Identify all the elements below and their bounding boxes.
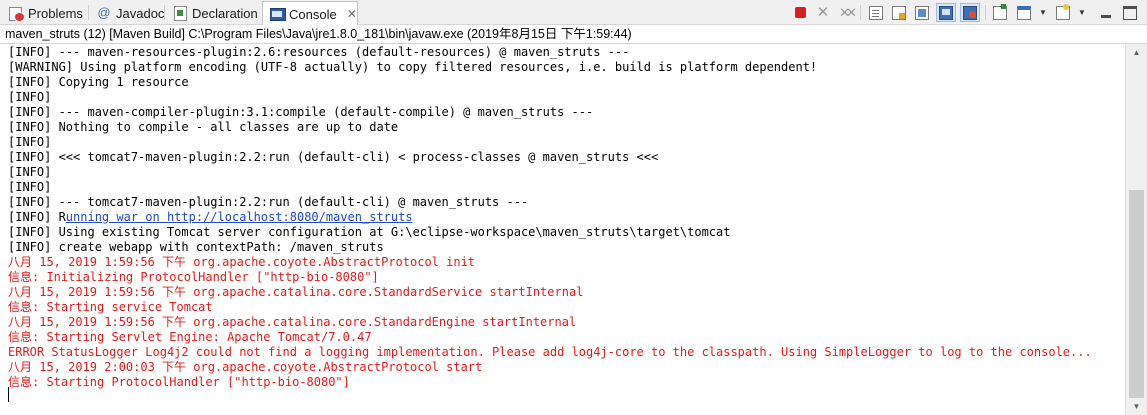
scrollbar-thumb[interactable] [1129, 190, 1144, 398]
console-line: [INFO] [8, 165, 52, 179]
console-error-line: 信息: Starting service Tomcat [8, 300, 213, 314]
scroll-down-icon[interactable]: ▼ [1126, 398, 1147, 415]
console-line: [INFO] [8, 180, 52, 194]
console-error-line: 八月 15, 2019 1:59:56 下午 org.apache.catali… [8, 315, 577, 329]
console-line: [INFO] Nothing to compile - all classes … [8, 120, 399, 134]
remove-all-terminated-icon: ✕✕ [839, 4, 857, 20]
word-wrap-icon [915, 5, 929, 20]
pin-console-icon [993, 3, 1007, 20]
console-error-line: 八月 15, 2019 1:59:56 下午 org.apache.coyote… [8, 255, 476, 269]
remove-launch-button[interactable]: ✕ [813, 3, 833, 22]
minimize-icon [1099, 6, 1113, 20]
show-on-stdout-button[interactable] [936, 3, 956, 22]
console-line: [INFO] Using existing Tomcat server conf… [8, 225, 731, 239]
console-line: [INFO] <<< tomcat7-maven-plugin:2.2:run … [8, 150, 659, 164]
open-console-button[interactable] [1053, 3, 1073, 22]
show-on-stdout-icon [939, 5, 953, 20]
console-line: [INFO] Copying 1 resource [8, 75, 189, 89]
clear-console-icon [869, 5, 883, 20]
tab-problems-label: Problems [28, 5, 83, 21]
console-line: [WARNING] Using platform encoding (UTF-8… [8, 60, 818, 74]
tab-declaration-label: Declaration [192, 5, 258, 21]
tab-problems[interactable]: Problems [2, 1, 88, 25]
console-line: [INFO] [8, 90, 52, 104]
declaration-icon [172, 5, 188, 21]
tab-javadoc[interactable]: @ Javadoc [90, 1, 164, 25]
console-description: maven_struts (12) [Maven Build] C:\Progr… [0, 25, 1147, 44]
console-error-line: 八月 15, 2019 1:59:56 下午 org.apache.catali… [8, 285, 584, 299]
new-console-icon [1056, 3, 1070, 20]
tab-console-label: Console [289, 6, 337, 22]
minimize-button[interactable] [1096, 3, 1116, 22]
javadoc-at-icon: @ [97, 5, 111, 20]
console-icon [269, 6, 286, 22]
show-on-stderr-button[interactable] [960, 3, 980, 22]
tab-divider [88, 5, 89, 20]
console-error-line: 八月 15, 2019 2:00:03 下午 org.apache.coyote… [8, 360, 483, 374]
vertical-scrollbar[interactable]: ▲ ▼ [1125, 44, 1147, 415]
pin-console-button[interactable] [990, 3, 1010, 22]
console-error-line: ERROR StatusLogger Log4j2 could not find… [8, 345, 1092, 359]
display-selected-console-button[interactable] [1014, 3, 1034, 22]
display-console-icon [1017, 5, 1031, 20]
chevron-down-icon[interactable]: ▼ [1078, 8, 1086, 17]
server-url-link[interactable]: unning war on http://localhost:8080/mave… [66, 210, 413, 224]
terminate-button[interactable] [790, 3, 810, 22]
maximize-icon [1123, 5, 1137, 20]
text-caret [8, 387, 9, 402]
close-tab-icon[interactable]: ✕ [347, 7, 357, 21]
console-line: [INFO] create webapp with contextPath: /… [8, 240, 384, 254]
console-line: [INFO] [8, 135, 52, 149]
toolbar-divider [985, 5, 986, 20]
console-line-prefix: [INFO] R [8, 210, 66, 224]
scroll-up-icon[interactable]: ▲ [1126, 44, 1147, 61]
toolbar-divider [860, 5, 861, 20]
remove-launch-icon: ✕ [816, 3, 830, 21]
view-tab-bar: Problems @ Javadoc Declaration Console ✕… [0, 0, 1147, 26]
scroll-lock-button[interactable] [889, 3, 909, 22]
tab-console[interactable]: Console ✕ [262, 1, 358, 26]
tab-javadoc-label: Javadoc [116, 5, 165, 21]
console-line: [INFO] --- maven-compiler-plugin:3.1:com… [8, 105, 594, 119]
maximize-button[interactable] [1120, 3, 1140, 22]
remove-all-terminated-button[interactable]: ✕✕ [836, 3, 857, 22]
console-line-with-link: [INFO] Running war on http://localhost:8… [8, 210, 413, 225]
console-error-line: 信息: Initializing ProtocolHandler ["http-… [8, 270, 379, 284]
console-error-line: 信息: Starting ProtocolHandler ["http-bio-… [8, 375, 350, 389]
show-on-stderr-icon [963, 5, 977, 20]
console-error-line: 信息: Starting Servlet Engine: Apache Tomc… [8, 330, 372, 344]
console-output[interactable]: [INFO] --- maven-resources-plugin:2.6:re… [0, 44, 1125, 415]
word-wrap-button[interactable] [912, 3, 932, 22]
chevron-down-icon[interactable]: ▼ [1039, 8, 1047, 17]
tab-divider [164, 5, 165, 20]
console-line: [INFO] --- tomcat7-maven-plugin:2.2:run … [8, 195, 529, 209]
scroll-lock-icon [892, 5, 906, 20]
terminate-icon [794, 7, 806, 18]
console-line: [INFO] --- maven-resources-plugin:2.6:re… [8, 45, 630, 59]
problems-icon [8, 5, 25, 22]
clear-console-button[interactable] [866, 3, 886, 22]
tab-declaration[interactable]: Declaration [166, 1, 260, 25]
